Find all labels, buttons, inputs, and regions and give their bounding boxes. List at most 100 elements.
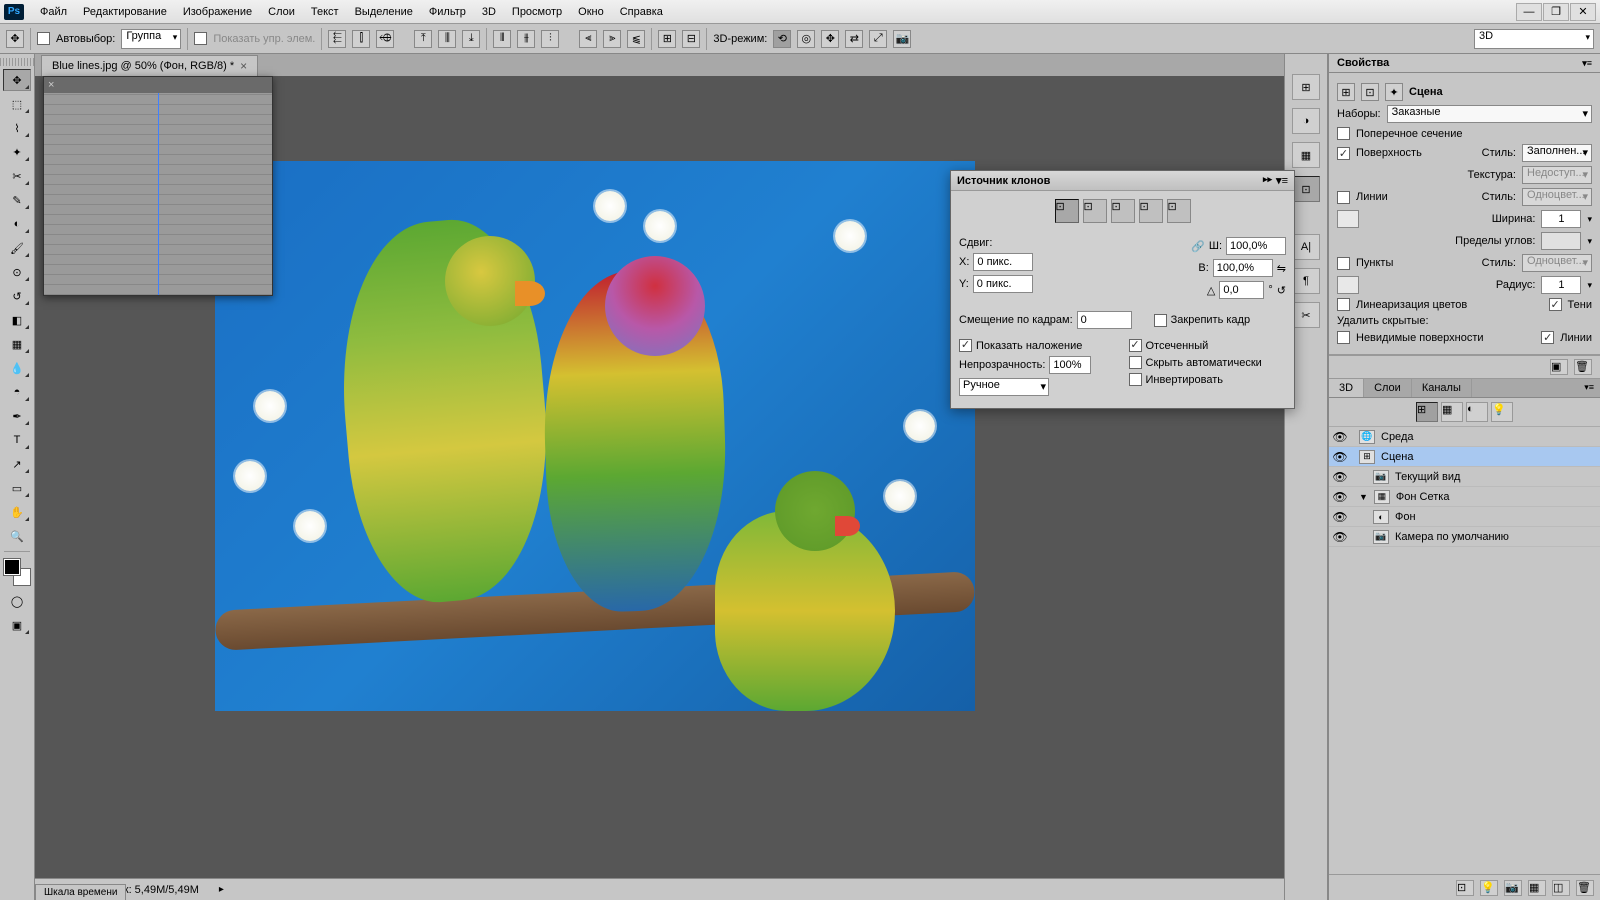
points-checkbox[interactable] [1337, 257, 1350, 270]
show-controls-checkbox[interactable] [194, 32, 207, 45]
opacity-input[interactable] [1049, 356, 1091, 374]
lines-color-swatch[interactable] [1337, 210, 1359, 228]
visibility-icon[interactable]: 👁 [1333, 430, 1347, 444]
tab-слои[interactable]: Слои [1364, 379, 1412, 397]
layer-row[interactable]: 👁📷Текущий вид [1329, 467, 1600, 487]
layer-row[interactable]: 👁🌐Среда [1329, 427, 1600, 447]
strip-color-icon[interactable]: ◑ [1292, 108, 1320, 134]
height-input[interactable] [1213, 259, 1273, 277]
marquee-tool[interactable]: ⬚ [3, 93, 31, 115]
menu-выделение[interactable]: Выделение [347, 2, 421, 22]
crop-tool[interactable]: ✂ [3, 165, 31, 187]
layer-row[interactable]: 👁◐Фон [1329, 507, 1600, 527]
lock-frame-checkbox[interactable] [1154, 314, 1167, 327]
align-vcenter-icon[interactable]: ⫼ [438, 30, 456, 48]
invert-checkbox[interactable] [1129, 373, 1142, 386]
collapse-icon[interactable]: ▸▸ [1263, 174, 1272, 187]
visibility-icon[interactable]: 👁 [1333, 510, 1347, 524]
fg-color-swatch[interactable] [4, 559, 20, 575]
menu-справка[interactable]: Справка [612, 2, 671, 22]
show-overlay-checkbox[interactable] [959, 339, 972, 352]
navigator-close-icon[interactable]: × [48, 79, 54, 91]
shape-tool[interactable]: ▭ [3, 477, 31, 499]
strip-properties-icon[interactable]: ⊡ [1292, 176, 1320, 202]
panel-menu-icon[interactable]: ▾≡ [1578, 379, 1600, 397]
space-3-icon[interactable]: ⫹ [627, 30, 645, 48]
menu-просмотр[interactable]: Просмотр [504, 2, 570, 22]
menu-окно[interactable]: Окно [570, 2, 612, 22]
3d-roll-icon[interactable]: ◎ [797, 30, 815, 48]
close-tab-icon[interactable]: × [240, 59, 247, 73]
timeline-tab[interactable]: Шкала времени [35, 884, 126, 900]
menu-текст[interactable]: Текст [303, 2, 347, 22]
presets-dropdown[interactable]: Заказные [1387, 105, 1592, 123]
cross-section-checkbox[interactable] [1337, 127, 1350, 140]
link-icon[interactable]: 🔗 [1191, 240, 1205, 253]
layer-row[interactable]: 👁▼▦Фон Сетка [1329, 487, 1600, 507]
blend-mode-dropdown[interactable]: Ручное [959, 378, 1049, 396]
move-tool[interactable]: ✥ [3, 69, 31, 91]
maximize-button[interactable]: ❐ [1543, 3, 1569, 21]
clone-source-4[interactable]: ⊡ [1139, 199, 1163, 223]
menu-3d[interactable]: 3D [474, 2, 504, 22]
distribute-3-icon[interactable]: ⫶ [541, 30, 559, 48]
align-top-icon[interactable]: ⤒ [414, 30, 432, 48]
pen-tool[interactable]: ✒ [3, 405, 31, 427]
y-input[interactable] [973, 275, 1033, 293]
navigator-panel[interactable]: × [43, 76, 273, 296]
tab-каналы[interactable]: Каналы [1412, 379, 1472, 397]
hand-tool[interactable]: ✋ [3, 501, 31, 523]
panel-menu-icon[interactable]: ▾≡ [1582, 58, 1592, 69]
lines-checkbox[interactable] [1337, 191, 1350, 204]
surface-style-dropdown[interactable]: Заполнен... [1522, 144, 1592, 162]
trash-button[interactable]: 🗑 [1576, 880, 1594, 896]
distribute-v-icon[interactable]: ⫵ [517, 30, 535, 48]
autoselect-checkbox[interactable] [37, 32, 50, 45]
3d-pan-icon[interactable]: ✥ [821, 30, 839, 48]
clone-source-3[interactable]: ⊡ [1111, 199, 1135, 223]
strip-history-icon[interactable]: ⊞ [1292, 74, 1320, 100]
menu-фильтр[interactable]: Фильтр [421, 2, 474, 22]
filter-mesh-icon[interactable]: ▦ [1441, 402, 1463, 422]
render-button[interactable]: ▣ [1550, 359, 1568, 375]
filter-light-icon[interactable]: 💡 [1491, 402, 1513, 422]
space-h-icon[interactable]: ⫷ [579, 30, 597, 48]
shadows-checkbox[interactable] [1549, 298, 1562, 311]
clipped-checkbox[interactable] [1129, 339, 1142, 352]
properties-tab[interactable]: Свойства ▾≡ [1329, 54, 1600, 73]
blur-tool[interactable]: 💧 [3, 357, 31, 379]
new-light2-button[interactable]: 💡 [1480, 880, 1498, 896]
align-bottom-icon[interactable]: ⤓ [462, 30, 480, 48]
clone-source-header[interactable]: Источник клонов ▸▸ ▾≡ [951, 171, 1294, 191]
brush-tool[interactable]: 🖌 [3, 237, 31, 259]
reset-icon[interactable]: ↺ [1277, 284, 1286, 297]
new-layer-button[interactable]: ◫ [1552, 880, 1570, 896]
lasso-tool[interactable]: ⌇ [3, 117, 31, 139]
visibility-icon[interactable]: 👁 [1333, 530, 1347, 544]
auto-align-icon[interactable]: ⊞ [658, 30, 676, 48]
layer-row[interactable]: 👁📷Камера по умолчанию [1329, 527, 1600, 547]
eyedropper-tool[interactable]: ✎ [3, 189, 31, 211]
points-radius-input[interactable] [1541, 276, 1581, 294]
clone-tool[interactable]: ⊙ [3, 261, 31, 283]
clone-source-5[interactable]: ⊡ [1167, 199, 1191, 223]
document-tab[interactable]: Blue lines.jpg @ 50% (Фон, RGB/8) * × [41, 55, 258, 76]
eraser-tool[interactable]: ◧ [3, 309, 31, 331]
space-v-icon[interactable]: ⫸ [603, 30, 621, 48]
3d-scale-icon[interactable]: ⤢ [869, 30, 887, 48]
panel-menu-icon[interactable]: ▾≡ [1276, 174, 1288, 187]
clone-source-2[interactable]: ⊡ [1083, 199, 1107, 223]
new-camera-button[interactable]: 📷 [1504, 880, 1522, 896]
frame-offset-input[interactable] [1077, 311, 1132, 329]
healing-tool[interactable]: ◐ [3, 213, 31, 235]
autohide-checkbox[interactable] [1129, 356, 1142, 369]
visibility-icon[interactable]: 👁 [1333, 450, 1347, 464]
points-color-swatch[interactable] [1337, 276, 1359, 294]
visibility-icon[interactable]: 👁 [1333, 470, 1347, 484]
x-input[interactable] [973, 253, 1033, 271]
minimize-button[interactable]: — [1516, 3, 1542, 21]
path-tool[interactable]: ↗ [3, 453, 31, 475]
filter-material-icon[interactable]: ◐ [1466, 402, 1488, 422]
menu-редактирование[interactable]: Редактирование [75, 2, 175, 22]
new-mesh-button[interactable]: ▦ [1528, 880, 1546, 896]
